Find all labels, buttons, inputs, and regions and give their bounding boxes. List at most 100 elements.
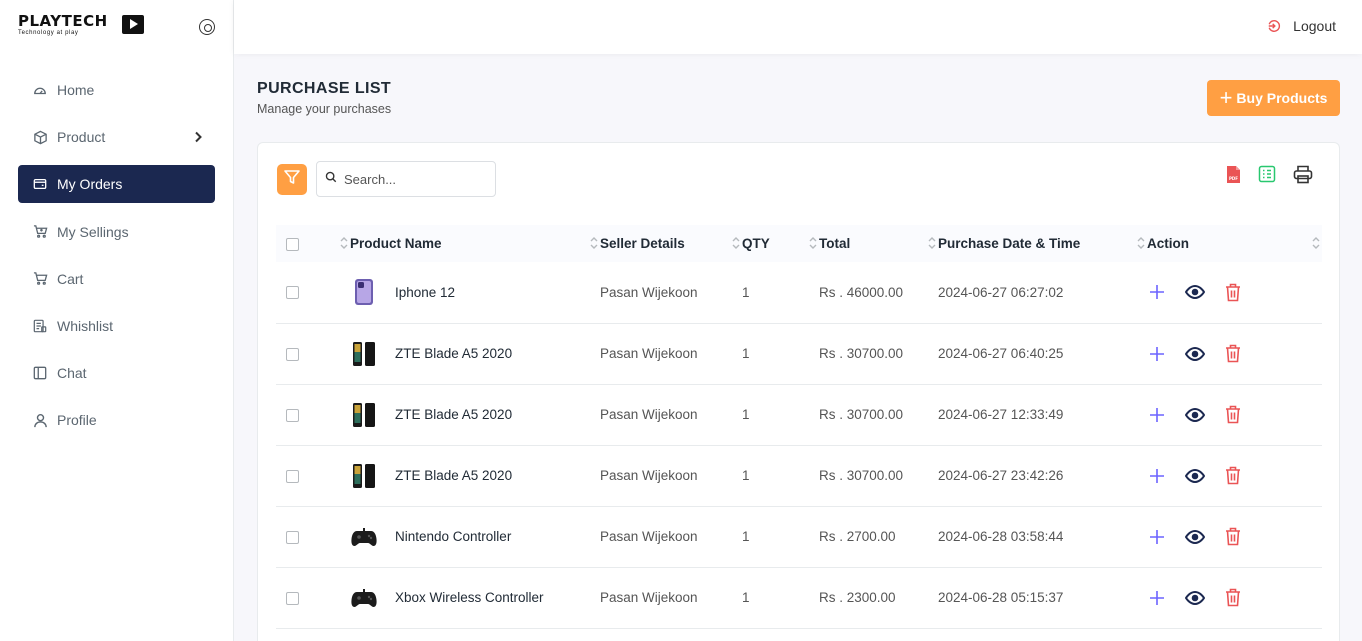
logout-button[interactable]: Logout (1267, 18, 1336, 34)
delete-icon[interactable] (1225, 344, 1241, 363)
chat-icon (32, 365, 48, 381)
column-header-label: Seller Details (600, 236, 685, 251)
sort-icon[interactable] (732, 236, 740, 253)
export-tools: PDF (1209, 165, 1313, 184)
purchase-date-cell: 2024-06-27 06:40:25 (938, 323, 1147, 385)
list-icon (32, 318, 48, 334)
seller-cell: Pasan Wijekoon (600, 384, 742, 446)
row-checkbox[interactable] (286, 408, 299, 422)
add-icon[interactable] (1149, 284, 1165, 300)
column-header-qty[interactable]: QTY (742, 225, 819, 262)
row-checkbox[interactable] (286, 530, 299, 544)
sidebar-item-chat[interactable]: Chat (18, 354, 215, 392)
table-body: Iphone 12 Pasan Wijekoon 1 Rs . 46000.00 202… (276, 262, 1322, 629)
buy-products-label: Buy Products (1236, 90, 1328, 106)
sidebar-item-whishlist[interactable]: Whishlist (18, 307, 215, 345)
table-row: ZTE Blade A5 2020 Pasan Wijekoon 1 Rs . 307… (276, 445, 1322, 507)
row-select-cell (276, 567, 350, 629)
row-checkbox[interactable] (286, 347, 299, 361)
view-icon[interactable] (1185, 346, 1205, 361)
delete-icon[interactable] (1225, 405, 1241, 424)
row-checkbox[interactable] (286, 469, 299, 483)
sidebar-item-label: Chat (57, 365, 87, 382)
purchase-date-cell: 2024-06-27 06:27:02 (938, 262, 1147, 324)
row-checkbox[interactable] (286, 591, 299, 605)
row-select-cell (276, 506, 350, 568)
table-row: ZTE Blade A5 2020 Pasan Wijekoon 1 Rs . 307… (276, 384, 1322, 446)
view-icon[interactable] (1185, 590, 1205, 605)
product-thumbnail (350, 401, 378, 429)
purchase-date-cell: 2024-06-27 23:42:26 (938, 445, 1147, 507)
sidebar-item-label: My Orders (57, 176, 123, 193)
action-cell (1147, 323, 1322, 385)
add-icon[interactable] (1149, 468, 1165, 484)
total-cell: Rs . 2700.00 (819, 506, 938, 568)
sidebar-item-my-sellings[interactable]: My Sellings (18, 213, 215, 251)
sidebar-item-profile[interactable]: Profile (18, 401, 215, 439)
top-header: Logout (234, 0, 1362, 54)
view-icon[interactable] (1185, 285, 1205, 300)
delete-icon[interactable] (1225, 527, 1241, 546)
sidebar-nav: Home Product My Orders My Sellings Cart … (18, 71, 215, 449)
table-row: Nintendo Controller Pasan Wijekoon 1 Rs . 2… (276, 506, 1322, 568)
add-icon[interactable] (1149, 529, 1165, 545)
page-subtitle: Manage your purchases (257, 102, 392, 116)
product-name: ZTE Blade A5 2020 (395, 346, 513, 361)
buy-products-button[interactable]: + Buy Products (1207, 80, 1340, 116)
pdf-icon[interactable]: PDF (1226, 165, 1241, 184)
delete-icon[interactable] (1225, 466, 1241, 485)
column-header-total[interactable]: Total (819, 225, 938, 262)
sort-icon[interactable] (340, 236, 348, 253)
delete-icon[interactable] (1225, 588, 1241, 607)
product-thumbnail (350, 523, 378, 551)
delete-icon[interactable] (1225, 283, 1241, 302)
column-header-action[interactable]: Action (1147, 225, 1322, 262)
seller-cell: Pasan Wijekoon (600, 262, 742, 324)
add-icon[interactable] (1149, 407, 1165, 423)
total-cell: Rs . 46000.00 (819, 262, 938, 324)
product-thumbnail (350, 584, 378, 612)
total-cell: Rs . 2300.00 (819, 567, 938, 629)
add-icon[interactable] (1149, 590, 1165, 606)
select-all-checkbox[interactable] (286, 237, 299, 251)
sidebar: PLAYTECH Technology at play Home Product… (0, 0, 234, 641)
search-input[interactable] (344, 171, 484, 187)
add-icon[interactable] (1149, 346, 1165, 362)
sort-icon[interactable] (1312, 236, 1320, 253)
brand-logo[interactable]: PLAYTECH Technology at play (18, 14, 148, 38)
logout-label: Logout (1293, 18, 1336, 34)
column-header-purchase-date[interactable]: Purchase Date & Time (938, 225, 1147, 262)
wallet-icon (32, 176, 48, 192)
filter-button[interactable] (277, 164, 307, 195)
sort-icon[interactable] (590, 236, 598, 253)
select-all-header (276, 225, 350, 262)
table-row: Iphone 12 Pasan Wijekoon 1 Rs . 46000.00 202… (276, 262, 1322, 324)
row-checkbox[interactable] (286, 286, 299, 300)
sidebar-item-home[interactable]: Home (18, 71, 215, 109)
column-header-seller-details[interactable]: Seller Details (600, 225, 742, 262)
sidebar-item-label: My Sellings (57, 223, 129, 240)
sidebar-item-cart[interactable]: Cart (18, 260, 215, 298)
view-icon[interactable] (1185, 529, 1205, 544)
cart-icon (32, 271, 48, 287)
view-icon[interactable] (1185, 468, 1205, 483)
column-header-label: Total (819, 236, 851, 251)
sidebar-item-product[interactable]: Product (18, 118, 215, 156)
qty-cell: 1 (742, 262, 819, 324)
purchase-date-cell: 2024-06-28 05:15:37 (938, 567, 1147, 629)
excel-icon[interactable] (1258, 165, 1276, 184)
column-header-product-name[interactable]: Product Name (350, 225, 600, 262)
seller-cell: Pasan Wijekoon (600, 445, 742, 507)
sort-icon[interactable] (809, 236, 817, 253)
sort-icon[interactable] (928, 236, 936, 253)
print-icon[interactable] (1293, 165, 1313, 184)
row-select-cell (276, 445, 350, 507)
sidebar-toggle-button[interactable] (199, 19, 215, 35)
sort-icon[interactable] (1137, 236, 1145, 253)
view-icon[interactable] (1185, 407, 1205, 422)
purchase-date-cell: 2024-06-28 03:58:44 (938, 506, 1147, 568)
sidebar-item-my-orders[interactable]: My Orders (18, 165, 215, 204)
product-thumbnail (350, 340, 378, 368)
product-name: ZTE Blade A5 2020 (395, 468, 513, 483)
product-cell: ZTE Blade A5 2020 (350, 445, 600, 507)
